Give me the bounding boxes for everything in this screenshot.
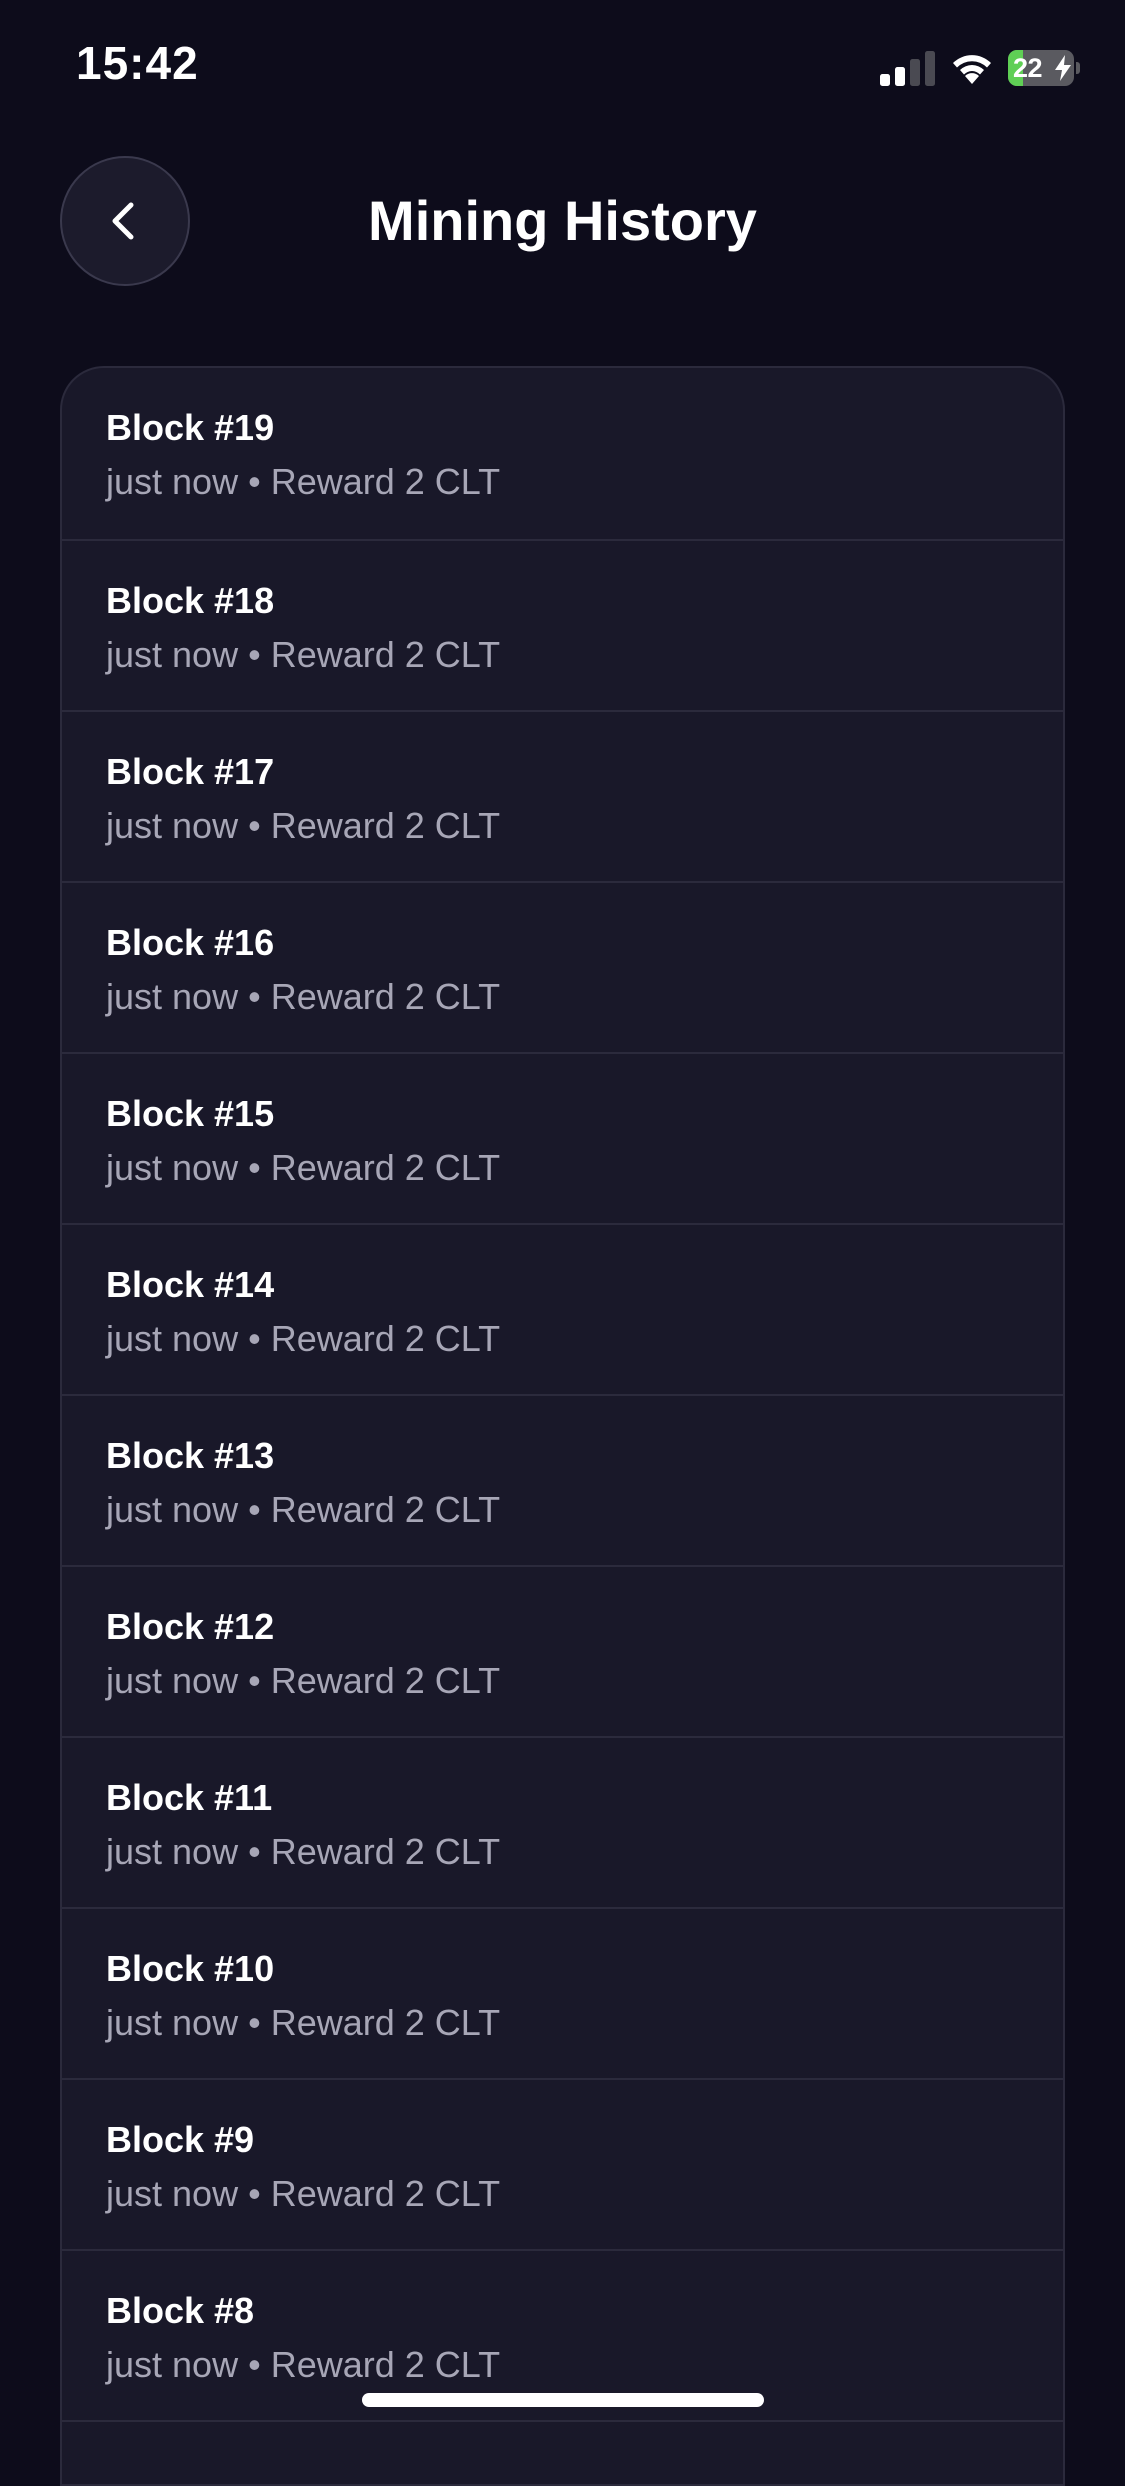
block-reward: Reward 2 CLT	[270, 1660, 501, 1701]
separator-dot: •	[248, 1660, 261, 1701]
block-time: just now	[106, 1318, 239, 1359]
block-time: just now	[106, 2173, 239, 2214]
home-indicator[interactable]	[362, 2393, 764, 2407]
separator-dot: •	[248, 1831, 261, 1872]
block-title: Block #14	[106, 1264, 275, 1305]
block-reward: Reward 2 CLT	[270, 1147, 501, 1188]
block-title: Block #16	[106, 922, 275, 963]
separator-dot: •	[248, 634, 261, 675]
block-time: just now	[106, 805, 239, 846]
separator-dot: •	[248, 805, 261, 846]
block-reward: Reward 2 CLT	[270, 634, 501, 675]
list-item[interactable]: Block #11 just now • Reward 2 CLT	[62, 1738, 1063, 1909]
block-reward: Reward 2 CLT	[270, 1489, 501, 1530]
block-reward: Reward 2 CLT	[270, 1831, 501, 1872]
block-details: just now • Reward 2 CLT	[106, 1146, 500, 1190]
list-item[interactable]: Block #12 just now • Reward 2 CLT	[62, 1567, 1063, 1738]
block-title: Block #9	[106, 2119, 255, 2160]
block-reward: Reward 2 CLT	[270, 461, 501, 502]
block-details: just now • Reward 2 CLT	[106, 975, 500, 1019]
status-time: 15:42	[76, 37, 199, 89]
block-time: just now	[106, 1831, 239, 1872]
separator-dot: •	[248, 2173, 261, 2214]
separator-dot: •	[248, 976, 261, 1017]
block-title: Block #15	[106, 1093, 275, 1134]
separator-dot: •	[248, 1147, 261, 1188]
list-item[interactable]: Block #13 just now • Reward 2 CLT	[62, 1396, 1063, 1567]
block-title: Block #8	[106, 2290, 255, 2331]
list-item[interactable]: Block #17 just now • Reward 2 CLT	[62, 712, 1063, 883]
block-reward: Reward 2 CLT	[270, 2173, 501, 2214]
block-time: just now	[106, 461, 239, 502]
block-reward: Reward 2 CLT	[270, 1318, 501, 1359]
block-time: just now	[106, 1147, 239, 1188]
block-time: just now	[106, 634, 239, 675]
block-title: Block #17	[106, 751, 275, 792]
list-item[interactable]: Block #19 just now • Reward 2 CLT	[62, 368, 1063, 541]
block-title: Block #10	[106, 1948, 275, 1989]
list-item[interactable]: Block #18 just now • Reward 2 CLT	[62, 541, 1063, 712]
list-item[interactable]	[62, 2422, 1063, 2484]
block-details: just now • Reward 2 CLT	[106, 2343, 500, 2387]
block-time: just now	[106, 2002, 239, 2043]
page-title: Mining History	[368, 189, 757, 252]
block-time: just now	[106, 1660, 239, 1701]
battery-indicator: 22	[1008, 50, 1080, 86]
block-time: just now	[106, 2344, 239, 2385]
block-reward: Reward 2 CLT	[270, 2002, 501, 2043]
list-item[interactable]: Block #9 just now • Reward 2 CLT	[62, 2080, 1063, 2251]
block-title: Block #19	[106, 407, 275, 448]
block-details: just now • Reward 2 CLT	[106, 460, 500, 504]
list-item[interactable]: Block #16 just now • Reward 2 CLT	[62, 883, 1063, 1054]
block-details: just now • Reward 2 CLT	[106, 1659, 500, 1703]
block-time: just now	[106, 976, 239, 1017]
list-item[interactable]: Block #15 just now • Reward 2 CLT	[62, 1054, 1063, 1225]
block-title: Block #11	[106, 1777, 273, 1818]
block-details: just now • Reward 2 CLT	[106, 633, 500, 677]
separator-dot: •	[248, 2344, 261, 2385]
separator-dot: •	[248, 1489, 261, 1530]
block-reward: Reward 2 CLT	[270, 805, 501, 846]
block-reward: Reward 2 CLT	[270, 976, 501, 1017]
block-reward: Reward 2 CLT	[270, 2344, 501, 2385]
wifi-icon	[953, 55, 991, 84]
block-title: Block #12	[106, 1606, 275, 1647]
cellular-signal-icon	[880, 51, 935, 86]
list-item[interactable]: Block #10 just now • Reward 2 CLT	[62, 1909, 1063, 2080]
block-title: Block #13	[106, 1435, 275, 1476]
separator-dot: •	[248, 461, 261, 502]
charging-bolt-icon	[1055, 55, 1071, 81]
separator-dot: •	[248, 1318, 261, 1359]
block-time: just now	[106, 1489, 239, 1530]
block-details: just now • Reward 2 CLT	[106, 1830, 500, 1874]
block-details: just now • Reward 2 CLT	[106, 2001, 500, 2045]
separator-dot: •	[248, 2002, 261, 2043]
block-details: just now • Reward 2 CLT	[106, 1317, 500, 1361]
block-title: Block #18	[106, 580, 275, 621]
block-details: just now • Reward 2 CLT	[106, 1488, 500, 1532]
list-item[interactable]: Block #14 just now • Reward 2 CLT	[62, 1225, 1063, 1396]
mining-history-list[interactable]: Block #19 just now • Reward 2 CLT Block …	[60, 366, 1065, 2486]
block-details: just now • Reward 2 CLT	[106, 804, 500, 848]
status-bar: 15:42 22	[0, 0, 1125, 140]
block-details: just now • Reward 2 CLT	[106, 2172, 500, 2216]
